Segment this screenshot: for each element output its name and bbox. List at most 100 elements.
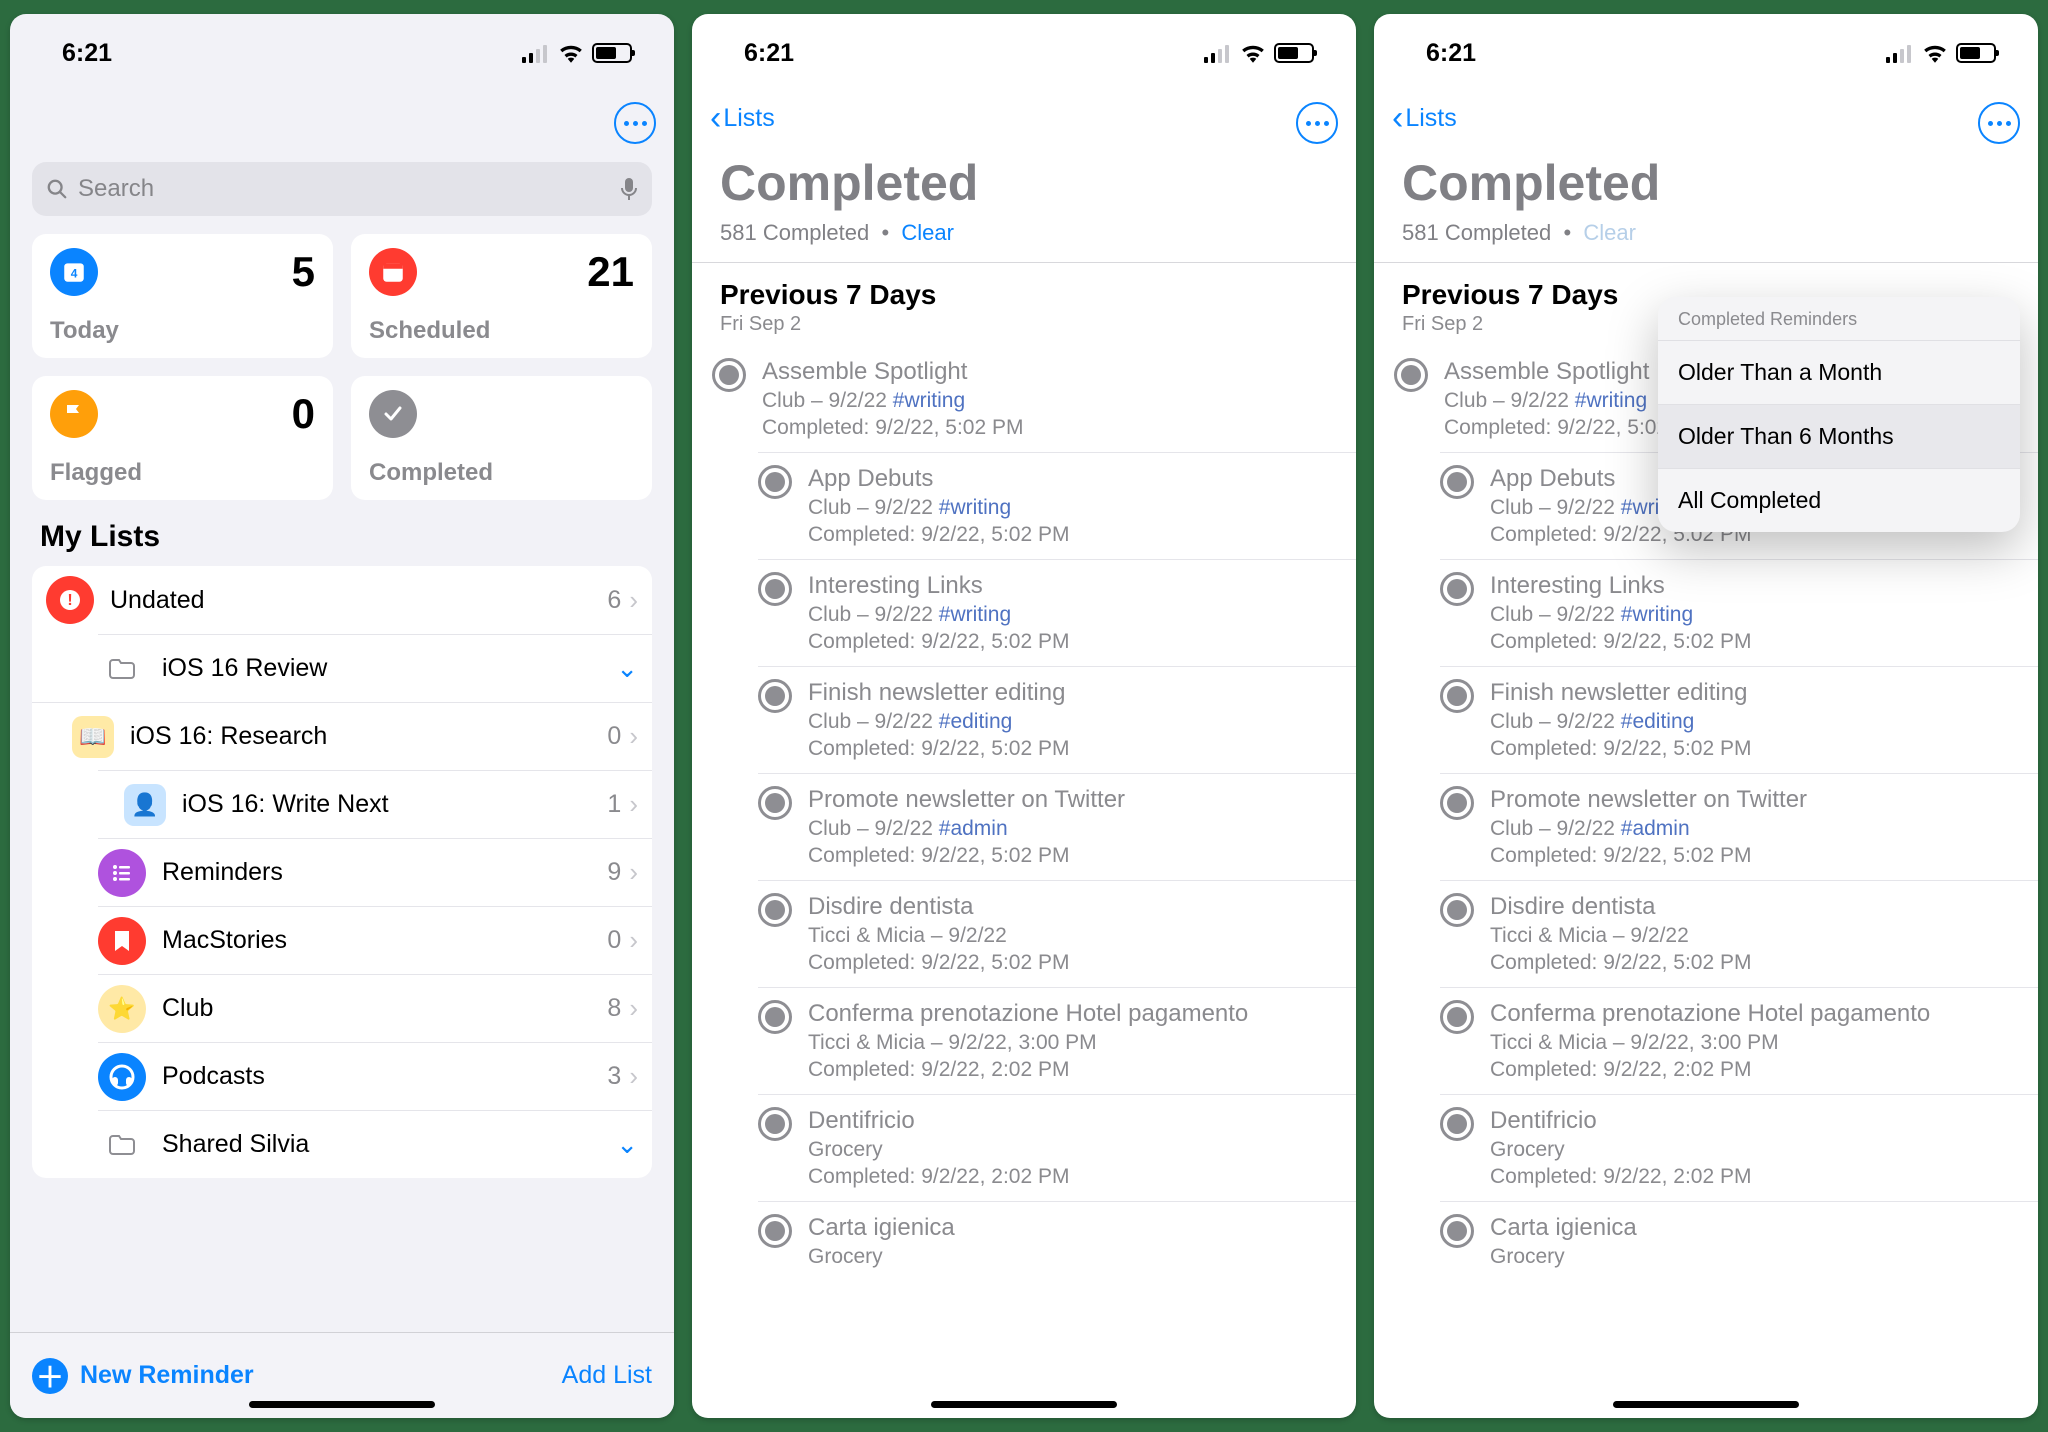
new-reminder-button[interactable]: New Reminder (80, 1361, 254, 1390)
item-tag[interactable]: #writing (893, 389, 965, 412)
item-tag[interactable]: #writing (939, 603, 1011, 626)
battery-icon (592, 43, 632, 63)
back-chevron-icon[interactable]: ‹ (1392, 101, 1403, 135)
back-chevron-icon[interactable]: ‹ (710, 101, 721, 135)
item-tag[interactable]: #admin (1621, 817, 1690, 840)
item-tag[interactable]: #writing (939, 496, 1011, 519)
completed-radio-icon[interactable] (1440, 1107, 1474, 1141)
completed-radio-icon[interactable] (1440, 679, 1474, 713)
completed-item[interactable]: Conferma prenotazione Hotel pagamentoTic… (1440, 987, 2038, 1094)
home-indicator[interactable] (1613, 1401, 1799, 1408)
item-meta-2: Completed: 9/2/22, 2:02 PM (808, 1165, 1070, 1189)
completed-radio-icon[interactable] (1440, 465, 1474, 499)
chevron-right-icon: › (629, 721, 638, 752)
item-meta-2: Completed: 9/2/22, 5:02 PM (762, 416, 1024, 440)
list-row-club[interactable]: ⭐Club8› (98, 974, 652, 1042)
item-title: Finish newsletter editing (1490, 679, 1752, 707)
card-flagged[interactable]: 0 Flagged (32, 376, 333, 500)
completed-item[interactable]: DentifricioGroceryCompleted: 9/2/22, 2:0… (758, 1094, 1356, 1201)
completed-radio-icon[interactable] (1440, 1214, 1474, 1248)
item-tag[interactable]: #editing (939, 710, 1013, 733)
completed-radio-icon[interactable] (758, 893, 792, 927)
star-icon: ⭐ (98, 985, 146, 1033)
add-list-button[interactable]: Add List (562, 1361, 652, 1390)
list-row-undated[interactable]: !Undated6› (32, 566, 652, 634)
completed-radio-icon[interactable] (1440, 893, 1474, 927)
completed-radio-icon[interactable] (1440, 1000, 1474, 1034)
more-button[interactable] (1296, 102, 1338, 144)
home-indicator[interactable] (249, 1401, 435, 1408)
search-input[interactable]: Search (32, 162, 652, 216)
popup-option-all[interactable]: All Completed (1658, 468, 2020, 532)
completed-item[interactable]: Finish newsletter editingClub – 9/2/22 #… (1440, 666, 2038, 773)
completed-item[interactable]: Assemble SpotlightClub – 9/2/22 #writing… (692, 346, 1356, 452)
more-button[interactable] (1978, 102, 2020, 144)
completed-radio-icon[interactable] (1394, 358, 1428, 392)
item-title: Disdire dentista (808, 893, 1070, 921)
list-row-podcasts[interactable]: Podcasts3› (98, 1042, 652, 1110)
screen-lists: 6:21 Search 4 5 Today 21 Scheduled (10, 14, 674, 1418)
completed-item[interactable]: Interesting LinksClub – 9/2/22 #writingC… (1440, 559, 2038, 666)
home-indicator[interactable] (931, 1401, 1117, 1408)
completed-item[interactable]: Finish newsletter editingClub – 9/2/22 #… (758, 666, 1356, 773)
clear-button[interactable]: Clear (901, 220, 954, 245)
item-meta-1: Ticci & Micia – 9/2/22, 3:00 PM (1490, 1031, 1930, 1055)
completed-item[interactable]: Interesting LinksClub – 9/2/22 #writingC… (758, 559, 1356, 666)
completed-radio-icon[interactable] (1440, 786, 1474, 820)
completed-radio-icon[interactable] (758, 572, 792, 606)
completed-item[interactable]: App DebutsClub – 9/2/22 #writingComplete… (758, 452, 1356, 559)
back-label[interactable]: Lists (1405, 104, 1456, 133)
popup-option-older-month[interactable]: Older Than a Month (1658, 340, 2020, 404)
card-scheduled[interactable]: 21 Scheduled (351, 234, 652, 358)
list-row-shared-silvia[interactable]: Shared Silvia⌄ (98, 1110, 652, 1178)
card-scheduled-label: Scheduled (369, 317, 634, 345)
chevron-right-icon: › (629, 585, 638, 616)
item-title: Interesting Links (808, 572, 1070, 600)
completed-item[interactable]: Disdire dentistaTicci & Micia – 9/2/22Co… (1440, 880, 2038, 987)
list-row-reminders[interactable]: Reminders9› (98, 838, 652, 906)
item-tag[interactable]: #editing (1621, 710, 1695, 733)
popup-option-older-6-months[interactable]: Older Than 6 Months (1658, 404, 2020, 468)
completed-radio-icon[interactable] (758, 1000, 792, 1034)
completed-item[interactable]: DentifricioGroceryCompleted: 9/2/22, 2:0… (1440, 1094, 2038, 1201)
item-tag[interactable]: #admin (939, 817, 1008, 840)
card-today[interactable]: 4 5 Today (32, 234, 333, 358)
more-button[interactable] (614, 102, 656, 144)
item-tag[interactable]: #writing (1575, 389, 1647, 412)
completed-subline: 581 Completed • Clear (1374, 220, 2038, 262)
item-meta-2: Completed: 9/2/22, 5:02 PM (1490, 630, 1752, 654)
completed-radio-icon[interactable] (758, 465, 792, 499)
item-meta-1: Ticci & Micia – 9/2/22 (808, 924, 1070, 948)
completed-item[interactable]: Promote newsletter on TwitterClub – 9/2/… (1440, 773, 2038, 880)
list-row-ios-16-research[interactable]: 📖iOS 16: Research0› (32, 702, 652, 770)
completed-item[interactable]: Disdire dentistaTicci & Micia – 9/2/22Co… (758, 880, 1356, 987)
list-count: 9 (607, 858, 621, 887)
book-icon: 📖 (72, 716, 114, 758)
item-meta-1: Club – 9/2/22 #writing (808, 603, 1070, 627)
completed-item[interactable]: Carta igienicaGrocery (758, 1201, 1356, 1281)
completed-item[interactable]: Carta igienicaGrocery (1440, 1201, 2038, 1281)
completed-item[interactable]: Promote newsletter on TwitterClub – 9/2/… (758, 773, 1356, 880)
completed-count: 581 Completed (1402, 220, 1551, 245)
wifi-icon (558, 43, 584, 63)
plus-icon[interactable]: ＋ (32, 1358, 68, 1394)
list-row-ios-16-write-next[interactable]: 👤iOS 16: Write Next1› (98, 770, 652, 838)
completed-radio-icon[interactable] (758, 786, 792, 820)
item-meta-2: Completed: 9/2/22, 2:02 PM (808, 1058, 1248, 1082)
completed-radio-icon[interactable] (1440, 572, 1474, 606)
item-meta-1: Club – 9/2/22 #admin (808, 817, 1125, 841)
list-count: 8 (607, 994, 621, 1023)
card-completed[interactable]: Completed (351, 376, 652, 500)
back-label[interactable]: Lists (723, 104, 774, 133)
completed-item[interactable]: Conferma prenotazione Hotel pagamentoTic… (758, 987, 1356, 1094)
completed-radio-icon[interactable] (712, 358, 746, 392)
item-tag[interactable]: #writing (1621, 603, 1693, 626)
completed-radio-icon[interactable] (758, 1214, 792, 1248)
completed-radio-icon[interactable] (758, 1107, 792, 1141)
completed-radio-icon[interactable] (758, 679, 792, 713)
wifi-icon (1922, 43, 1948, 63)
list-row-macstories[interactable]: MacStories0› (98, 906, 652, 974)
item-meta-2: Completed: 9/2/22, 2:02 PM (1490, 1165, 1752, 1189)
list-row-ios-16-review[interactable]: iOS 16 Review⌄ (98, 634, 652, 702)
mic-icon[interactable] (620, 177, 638, 201)
